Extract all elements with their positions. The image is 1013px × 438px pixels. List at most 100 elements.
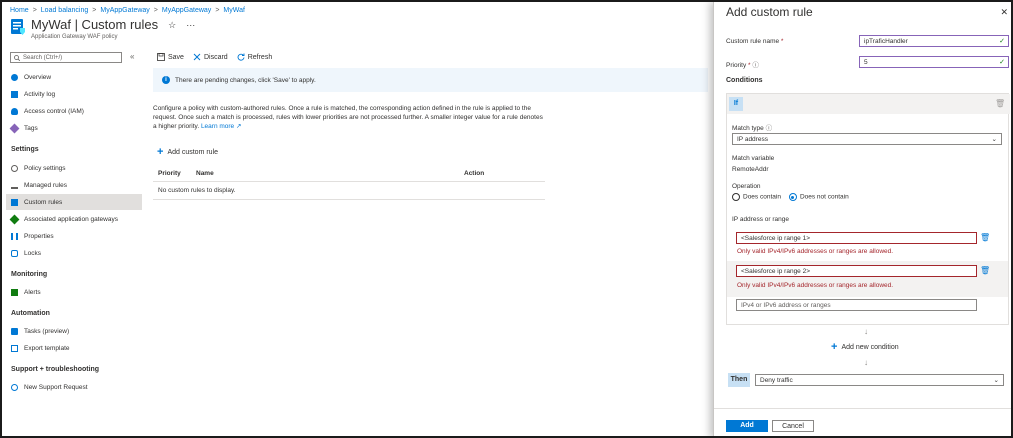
ip-range-input-2[interactable]: <Salesforce ip range 2> xyxy=(736,265,977,277)
cancel-button[interactable]: Cancel xyxy=(772,420,814,432)
radio-checked-icon xyxy=(788,193,797,201)
conditions-heading: Conditions xyxy=(726,77,763,84)
action-dropdown[interactable]: Deny traffic ⌄ xyxy=(755,374,1004,386)
add-custom-rule-label: Add custom rule xyxy=(167,148,219,156)
add-custom-rule-panel: Add custom rule ✕ Custom rule name * ipT… xyxy=(713,2,1011,436)
refresh-icon xyxy=(237,53,245,61)
support-icon xyxy=(11,383,18,391)
nav-section-settings: Settings xyxy=(11,146,39,153)
info-icon[interactable]: ⓘ xyxy=(752,62,759,69)
info-icon[interactable]: ⓘ xyxy=(766,125,773,132)
close-icon[interactable]: ✕ xyxy=(1000,7,1008,18)
breadcrumb-home[interactable]: Home xyxy=(10,7,29,14)
discard-icon xyxy=(193,53,201,61)
save-icon xyxy=(157,53,165,61)
add-button[interactable]: Add xyxy=(726,420,768,432)
column-header-name[interactable]: Name xyxy=(196,170,464,177)
app-gateway-icon xyxy=(9,214,20,224)
nav-item-locks[interactable]: Locks xyxy=(6,245,142,261)
delete-condition-icon[interactable]: 🗑 xyxy=(995,99,1005,108)
table-header: Priority Name Action xyxy=(153,165,545,182)
breadcrumb-load-balancing[interactable]: Load balancing xyxy=(41,7,89,14)
favorite-star-icon[interactable]: ☆ xyxy=(168,17,176,33)
condition-card: If 🗑 Match type ⓘ IP address ⌄ Match var… xyxy=(726,93,1010,325)
nav-item-properties[interactable]: Properties xyxy=(6,228,142,244)
save-button[interactable]: Save xyxy=(157,53,184,61)
ip-range-input-new[interactable]: IPv4 or IPv6 address or ranges xyxy=(736,299,977,311)
add-new-condition-button[interactable]: + Add new condition xyxy=(831,342,899,353)
nav-item-export-template[interactable]: Export template xyxy=(6,340,142,356)
delete-ip-range-icon[interactable]: 🗑 xyxy=(980,266,990,275)
custom-rules-icon xyxy=(11,198,18,206)
nav-item-label: Tasks (preview) xyxy=(24,327,70,335)
operation-radio-group: Does contain Does not contain xyxy=(732,193,849,201)
managed-rules-icon xyxy=(11,182,18,189)
nav-item-tags[interactable]: Tags xyxy=(6,120,142,136)
match-type-dropdown[interactable]: IP address ⌄ xyxy=(732,133,1002,145)
info-icon: i xyxy=(162,76,170,84)
match-variable-value: RemoteAddr xyxy=(732,166,769,173)
nav-section-support: Support + troubleshooting xyxy=(11,366,100,373)
save-label: Save xyxy=(168,53,184,61)
ip-range-error: Only valid IPv4/IPv6 addresses or ranges… xyxy=(737,248,894,255)
breadcrumb-separator: > xyxy=(215,6,220,14)
radio-label: Does contain xyxy=(743,193,781,201)
more-options-icon[interactable]: ··· xyxy=(186,17,195,33)
description: Configure a policy with custom-authored … xyxy=(153,104,548,131)
nav-item-activity-log[interactable]: Activity log xyxy=(6,86,142,102)
left-nav: Search (Ctrl+/) « Overview Activity log … xyxy=(2,49,143,436)
match-type-label-text: Match type xyxy=(732,125,764,132)
search-icon xyxy=(14,54,20,61)
priority-input[interactable]: 5 ✓ xyxy=(859,56,1009,68)
learn-more-link[interactable]: Learn more ↗ xyxy=(201,123,242,130)
app-window: Home > Load balancing > MyAppGateway > M… xyxy=(0,0,1013,438)
nav-item-alerts[interactable]: Alerts xyxy=(6,284,142,300)
ip-range-input-1[interactable]: <Salesforce ip range 1> xyxy=(736,232,977,244)
operation-label: Operation xyxy=(732,183,761,190)
breadcrumb-mywaf[interactable]: MyWaf xyxy=(223,7,245,14)
breadcrumb-app-gateway-2[interactable]: MyAppGateway xyxy=(162,7,211,14)
match-variable-label: Match variable xyxy=(732,155,775,162)
nav-item-iam[interactable]: Access control (IAM) xyxy=(6,103,142,119)
nav-item-tasks[interactable]: Tasks (preview) xyxy=(6,323,142,339)
nav-item-label: New Support Request xyxy=(24,383,88,391)
waf-policy-icon xyxy=(10,18,26,36)
nav-item-managed-rules[interactable]: Managed rules xyxy=(6,177,142,193)
properties-icon xyxy=(11,232,18,240)
overview-icon xyxy=(11,73,18,81)
add-custom-rule-button[interactable]: + Add custom rule xyxy=(157,146,219,158)
nav-item-custom-rules[interactable]: Custom rules xyxy=(6,194,142,210)
breadcrumb-app-gateway[interactable]: MyAppGateway xyxy=(100,7,149,14)
nav-item-policy-settings[interactable]: Policy settings xyxy=(6,160,142,176)
gear-icon xyxy=(11,164,18,172)
radio-does-not-contain[interactable]: Does not contain xyxy=(788,193,849,201)
nav-item-overview[interactable]: Overview xyxy=(6,69,142,85)
breadcrumb-separator: > xyxy=(92,6,97,14)
radio-does-contain[interactable]: Does contain xyxy=(732,193,781,201)
required-marker: * xyxy=(780,38,784,45)
nav-item-app-gateways[interactable]: Associated application gateways xyxy=(6,211,142,227)
then-tag: Then xyxy=(728,373,750,387)
nav-item-label: Overview xyxy=(24,73,52,81)
refresh-button[interactable]: Refresh xyxy=(237,53,272,61)
page-subtitle: Application Gateway WAF policy xyxy=(31,34,118,40)
column-header-action[interactable]: Action xyxy=(464,170,484,177)
page-header: MyWaf | Custom rules ☆ ··· Application G… xyxy=(10,17,195,43)
alerts-icon xyxy=(11,288,18,296)
search-input[interactable]: Search (Ctrl+/) xyxy=(10,52,122,63)
nav-item-new-support-request[interactable]: New Support Request xyxy=(6,379,142,395)
collapse-nav-icon[interactable]: « xyxy=(130,52,134,61)
rule-name-input[interactable]: ipTraficHandler ✓ xyxy=(859,35,1009,47)
if-tag: If xyxy=(729,97,743,111)
delete-ip-range-icon[interactable]: 🗑 xyxy=(980,233,990,242)
rule-name-label-text: Custom rule name xyxy=(726,38,780,45)
export-template-icon xyxy=(11,344,18,352)
ip-range-error: Only valid IPv4/IPv6 addresses or ranges… xyxy=(737,282,894,289)
page-title: MyWaf | Custom rules xyxy=(31,17,159,32)
discard-button[interactable]: Discard xyxy=(193,53,228,61)
required-marker: * xyxy=(748,62,751,69)
iam-icon xyxy=(11,107,18,115)
nav-item-label: Alerts xyxy=(24,288,41,296)
column-header-priority[interactable]: Priority xyxy=(153,170,196,177)
plus-icon: + xyxy=(157,146,164,158)
